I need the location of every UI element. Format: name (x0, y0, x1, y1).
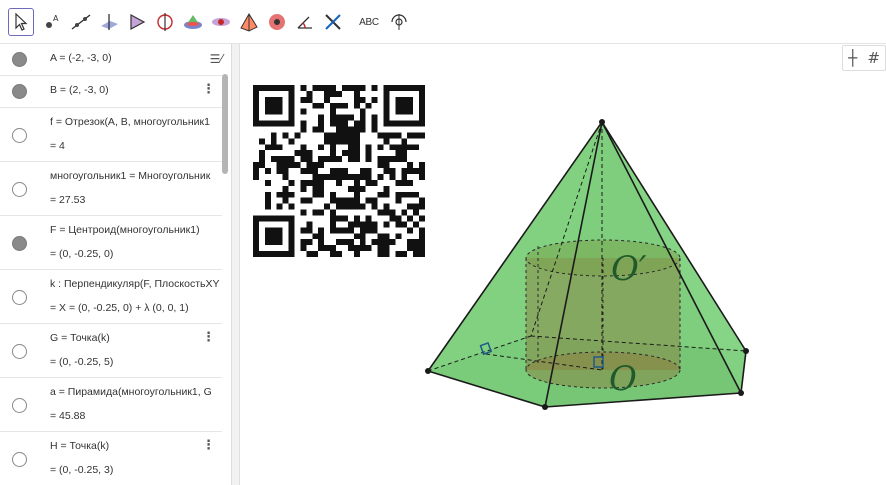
svg-text:A: A (53, 14, 59, 23)
circle-icon (157, 13, 173, 31)
reflect-icon (325, 14, 341, 30)
visibility-toggle[interactable] (12, 182, 27, 197)
label-top-center: O′ (611, 249, 647, 289)
algebra-value: = 45.88 (50, 410, 86, 422)
angle-icon (297, 16, 312, 29)
perpendicular-tool[interactable] (96, 8, 122, 36)
algebra-view: A = (-2, -3, 0) B = (2, -3, 0) ⋮ f = Отрезо… (0, 44, 232, 485)
algebra-definition[interactable]: G = Точка(k) (50, 332, 110, 344)
line-tool[interactable] (68, 8, 94, 36)
polygon-tool[interactable] (124, 8, 150, 36)
more-vert-icon[interactable]: ⋮ (202, 330, 215, 345)
algebra-row[interactable]: A = (-2, -3, 0) (0, 44, 222, 76)
more-vert-icon[interactable]: ⋮ (202, 438, 215, 453)
algebra-value: = (0, -0.25, 0) (50, 248, 114, 260)
axes-toggle-button[interactable]: ┼ (848, 49, 857, 67)
plane-tool[interactable] (208, 8, 234, 36)
more-vert-icon[interactable]: ⋮ (202, 82, 215, 97)
algebra-row[interactable]: B = (2, -3, 0) ⋮ (0, 76, 222, 108)
algebra-row[interactable]: H = Точка(k) = (0, -0.25, 3) ⋮ (0, 432, 222, 485)
circle-tool[interactable] (152, 8, 178, 36)
visibility-toggle[interactable] (12, 290, 27, 305)
sphere-tool[interactable] (264, 8, 290, 36)
polygon-icon (130, 13, 146, 31)
move-tool[interactable] (8, 8, 34, 36)
intersect-surfaces-icon (184, 15, 202, 29)
text-icon: ABC (359, 16, 379, 28)
pyramid-tool[interactable] (236, 8, 262, 36)
algebra-definition[interactable]: многоугольник1 = Многоугольник (50, 170, 210, 182)
visibility-toggle[interactable] (12, 344, 27, 359)
reflect-tool[interactable] (320, 8, 346, 36)
cursor-arrow-icon (15, 12, 28, 31)
algebra-definition[interactable]: f = Отрезок(A, B, многоугольник1 (50, 116, 210, 128)
algebra-row[interactable]: k : Перпендикуляр(F, ПлоскостьXY = X = (0… (0, 270, 222, 324)
algebra-row[interactable]: G = Точка(k) = (0, -0.25, 5) ⋮ (0, 324, 222, 378)
algebra-definition[interactable]: A = (-2, -3, 0) (50, 52, 112, 64)
algebra-definition[interactable]: k : Перпендикуляр(F, ПлоскостьXY (50, 278, 219, 290)
intersect-surfaces-tool[interactable] (180, 8, 206, 36)
grid-toggle-button[interactable]: # (867, 49, 880, 67)
visibility-toggle[interactable] (12, 452, 27, 467)
algebra-value: = (0, -0.25, 5) (50, 356, 114, 368)
qr-code (253, 85, 425, 257)
algebra-row[interactable]: многоугольник1 = Многоугольник = 27.53 (0, 162, 222, 216)
visibility-toggle[interactable] (12, 128, 27, 143)
algebra-row[interactable]: a = Пирамида(многоугольник1, G = 45.88 (0, 378, 222, 432)
visibility-toggle[interactable] (12, 84, 27, 99)
pyramid-icon (240, 13, 258, 32)
sort-button[interactable]: ☰⁄ (203, 48, 229, 70)
algebra-definition[interactable]: H = Точка(k) (50, 440, 109, 452)
visibility-toggle[interactable] (12, 236, 27, 251)
algebra-value: = 27.53 (50, 194, 86, 206)
algebra-definition[interactable]: F = Центроид(многоугольник1) (50, 224, 200, 236)
plane-icon (212, 18, 230, 26)
algebra-definition[interactable]: a = Пирамида(многоугольник1, G (50, 386, 212, 398)
visibility-toggle[interactable] (12, 52, 27, 67)
rotate-view-tool[interactable] (386, 8, 412, 36)
text-tool[interactable]: ABC (356, 8, 382, 36)
algebra-value: = 4 (50, 140, 65, 152)
graphics-view-buttons: ┼ # (842, 45, 886, 71)
sort-icon: ☰⁄ (209, 52, 223, 66)
perpendicular-icon (101, 14, 118, 30)
line-icon (71, 14, 91, 30)
toolbar: A ABC (0, 0, 886, 44)
point-icon: A (46, 14, 59, 28)
algebra-row[interactable]: f = Отрезок(A, B, многоугольник1 = 4 (0, 108, 222, 162)
visibility-toggle[interactable] (12, 398, 27, 413)
rotate-view-icon (391, 14, 407, 30)
scrollbar[interactable] (222, 74, 228, 174)
sphere-icon (269, 14, 285, 30)
algebra-row[interactable]: F = Центроид(многоугольник1) = (0, -0.25,… (0, 216, 222, 270)
panel-divider[interactable] (232, 44, 240, 485)
algebra-value: = (0, -0.25, 3) (50, 464, 114, 476)
algebra-value: = X = (0, -0.25, 0) + λ (0, 0, 1) (50, 302, 189, 314)
point-tool[interactable]: A (40, 8, 66, 36)
label-bottom-center: O (609, 359, 637, 399)
algebra-definition[interactable]: B = (2, -3, 0) (50, 84, 109, 96)
angle-tool[interactable] (292, 8, 318, 36)
